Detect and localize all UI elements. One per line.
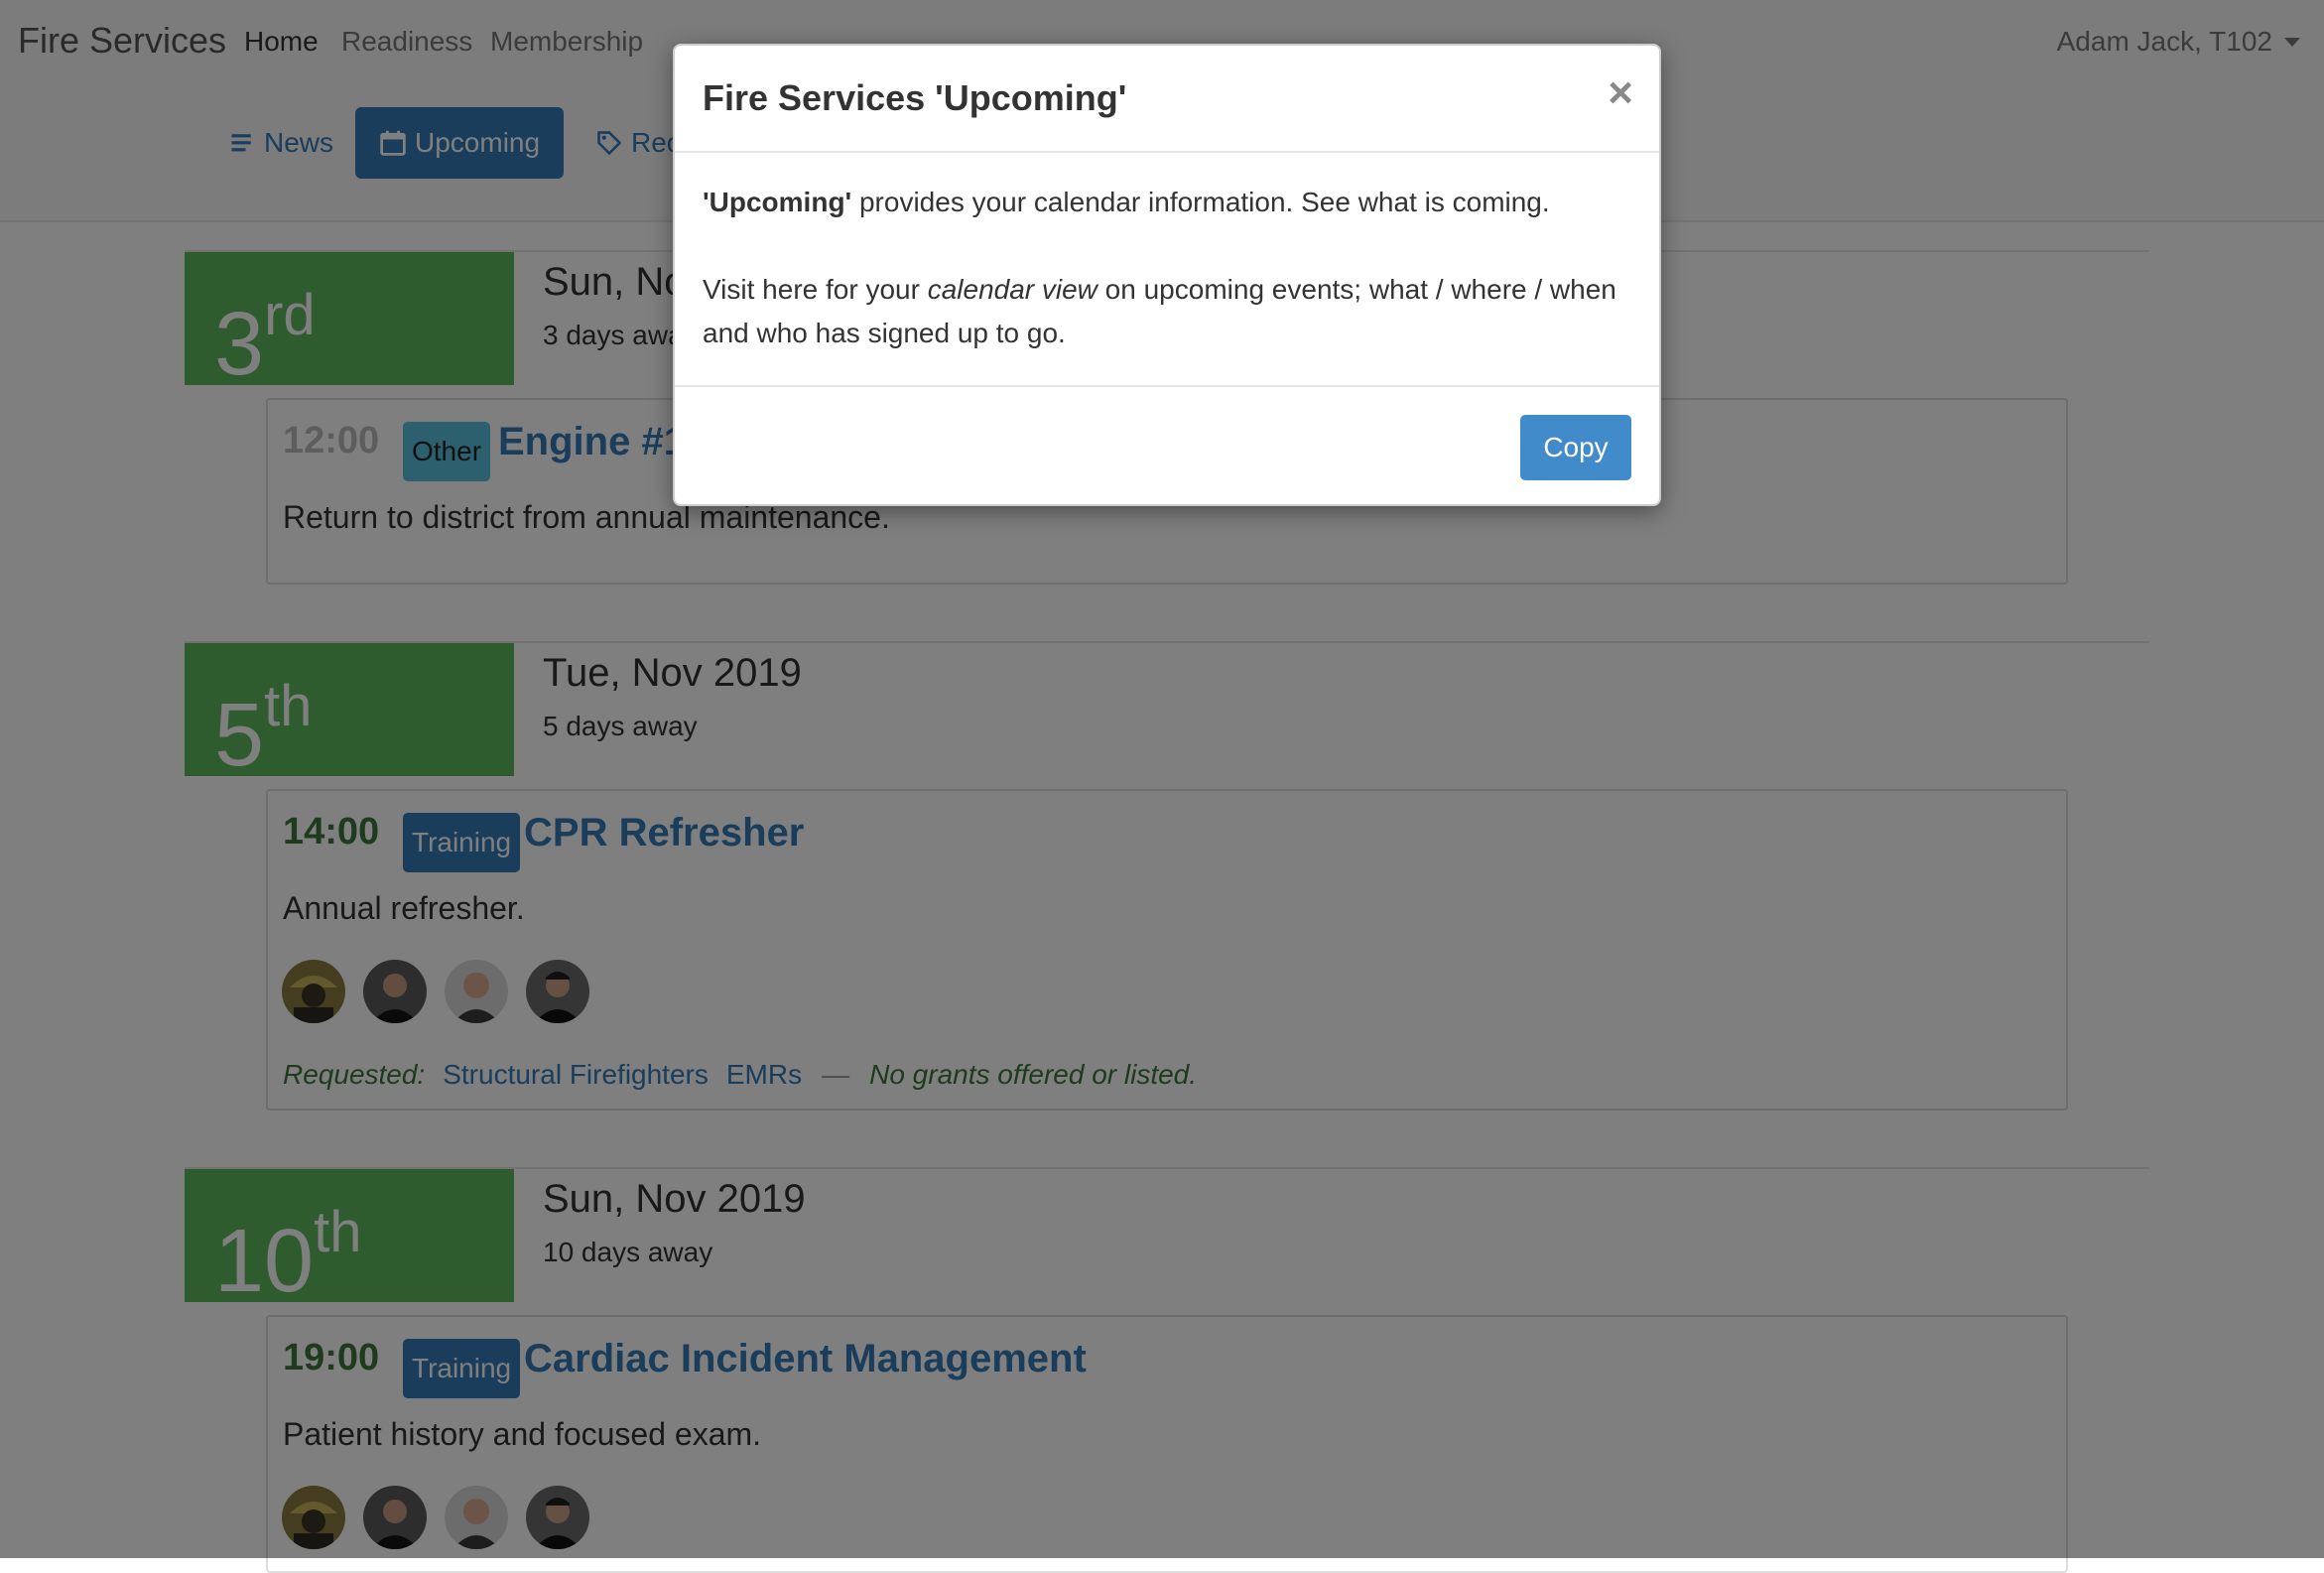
modal-text: Visit here for your	[703, 274, 928, 305]
modal-paragraph: 'Upcoming' provides your calendar inform…	[703, 181, 1625, 224]
modal-footer: Copy	[675, 385, 1659, 508]
info-modal: Fire Services 'Upcoming' × 'Upcoming' pr…	[673, 44, 1661, 506]
modal-header: Fire Services 'Upcoming' ×	[675, 46, 1659, 153]
modal-strong-text: 'Upcoming'	[703, 187, 852, 217]
modal-paragraph: Visit here for your calendar view on upc…	[703, 268, 1625, 355]
close-icon[interactable]: ×	[1608, 71, 1633, 115]
modal-title: Fire Services 'Upcoming'	[703, 77, 1127, 118]
copy-button[interactable]: Copy	[1520, 415, 1631, 480]
modal-text: provides your calendar information. See …	[851, 187, 1550, 217]
modal-emphasis-text: calendar view	[927, 274, 1097, 305]
modal-body: 'Upcoming' provides your calendar inform…	[703, 181, 1625, 355]
